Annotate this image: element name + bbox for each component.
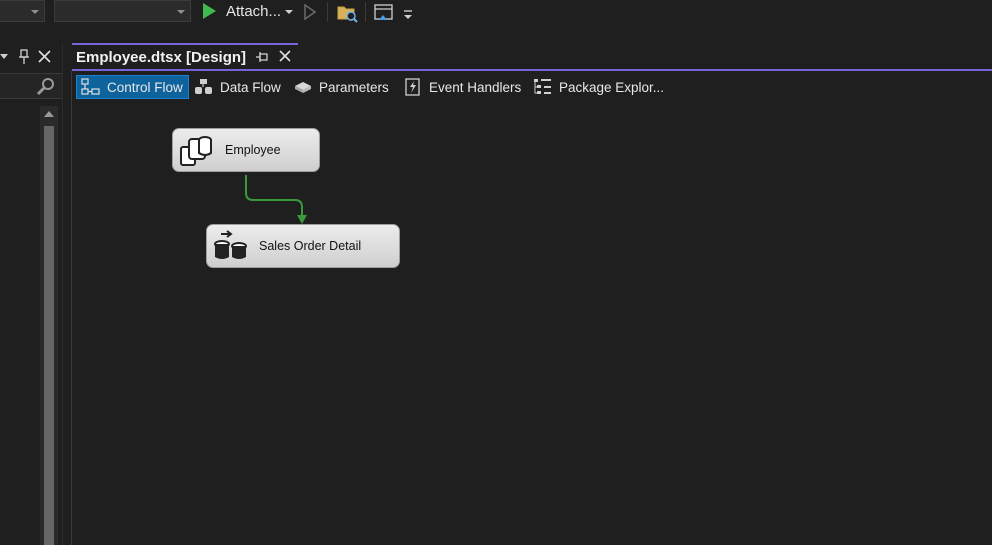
- chevron-down-icon[interactable]: [0, 53, 10, 61]
- scroll-up-icon[interactable]: [44, 111, 54, 117]
- data-flow-task-icon: [214, 230, 247, 259]
- attach-button[interactable]: Attach...: [226, 3, 281, 20]
- window-layout-icon[interactable]: [373, 3, 395, 23]
- solution-config-dropdown[interactable]: [0, 0, 45, 22]
- open-folder-icon[interactable]: [337, 3, 359, 23]
- execute-sql-task-icon: [180, 136, 212, 166]
- task-sales-order-detail[interactable]: Sales Order Detail: [206, 224, 400, 268]
- chevron-down-icon: [31, 10, 39, 14]
- search-icon[interactable]: [36, 77, 56, 97]
- task-employee[interactable]: Employee: [172, 128, 320, 172]
- task-employee-label: Employee: [225, 143, 281, 157]
- pin-icon[interactable]: [255, 50, 269, 64]
- start-without-debugging-icon[interactable]: [303, 4, 317, 20]
- platform-dropdown[interactable]: [54, 0, 191, 22]
- main-toolbar: Attach...: [0, 0, 992, 24]
- attach-dropdown-icon[interactable]: [285, 10, 293, 14]
- toolbar-separator: [327, 2, 328, 22]
- overflow-icon[interactable]: [402, 6, 414, 22]
- close-icon[interactable]: [278, 49, 292, 63]
- document-tab-employee-dtsx[interactable]: Employee.dtsx [Design]: [72, 43, 298, 70]
- toolbar-separator: [365, 2, 366, 22]
- package-designer-surface[interactable]: Control Flow Data Flow Parameters Event …: [71, 71, 992, 545]
- search-box[interactable]: [0, 73, 62, 99]
- pin-icon[interactable]: [18, 49, 30, 65]
- start-debug-icon[interactable]: [203, 3, 216, 19]
- chevron-down-icon: [177, 10, 185, 14]
- scroll-thumb[interactable]: [44, 126, 54, 545]
- vertical-scrollbar[interactable]: [40, 106, 58, 545]
- left-tool-window: [0, 43, 63, 545]
- close-icon[interactable]: [38, 50, 51, 63]
- document-tab-title: Employee.dtsx [Design]: [76, 49, 247, 66]
- task-sales-order-detail-label: Sales Order Detail: [259, 239, 362, 253]
- tool-window-header: [0, 43, 62, 70]
